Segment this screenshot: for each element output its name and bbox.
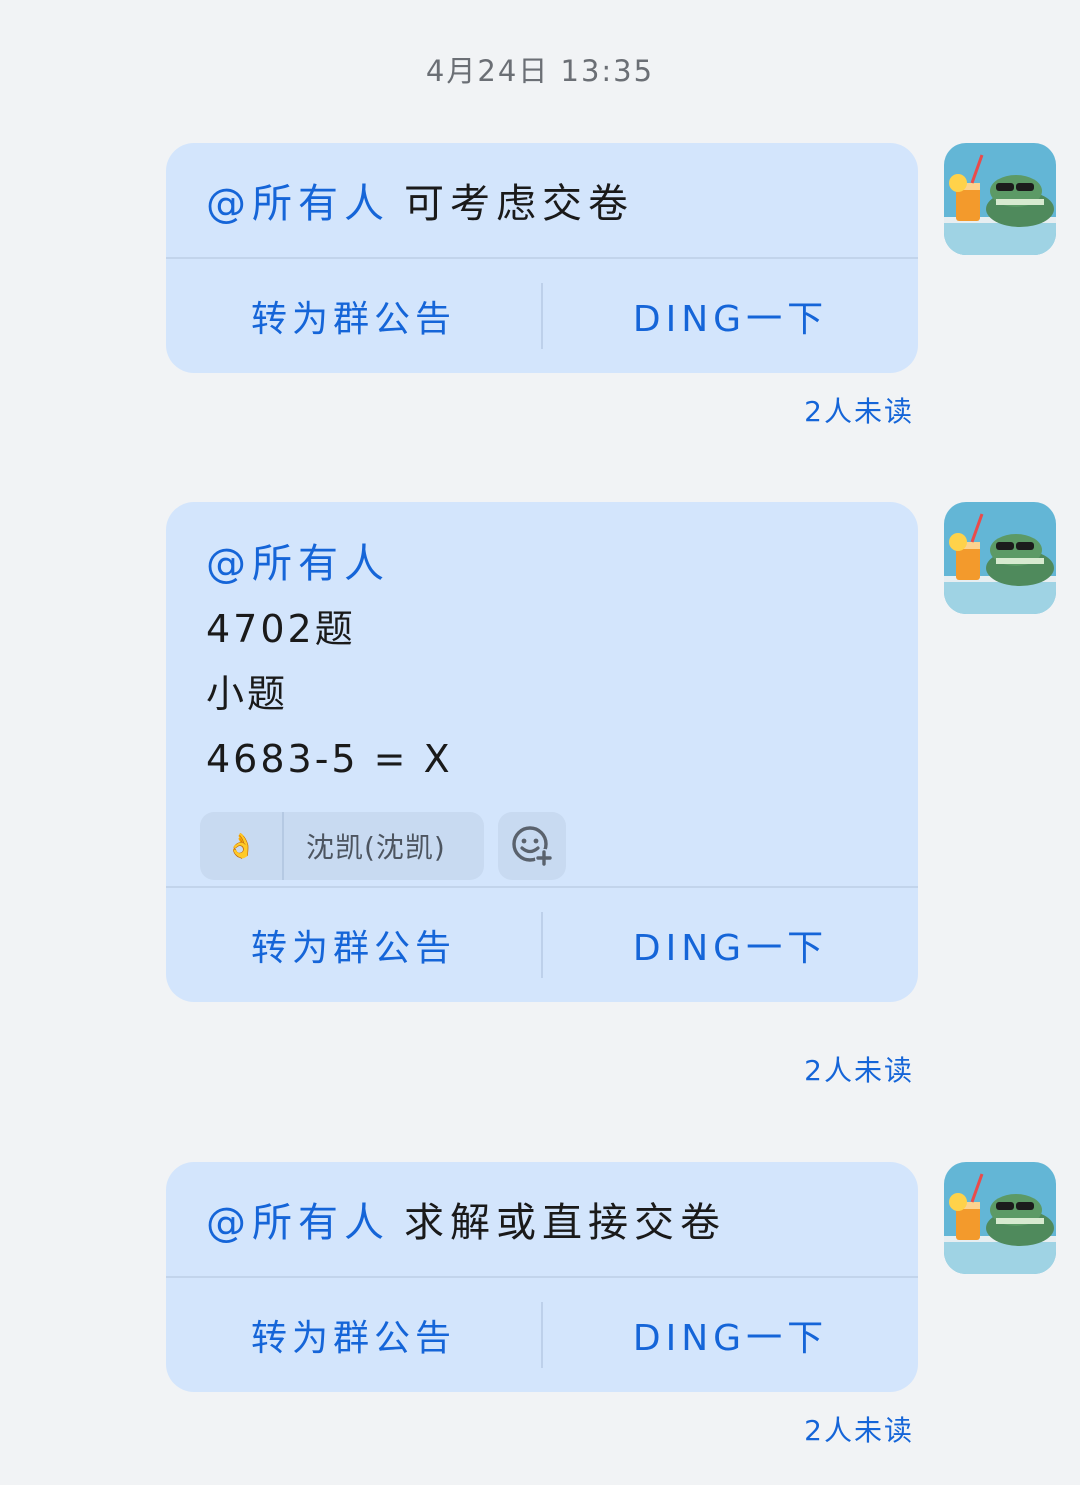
mention-all[interactable]: @所有人 [206, 1190, 390, 1248]
ding-button[interactable]: DING一下 [543, 1309, 918, 1361]
message-bubble[interactable]: @所有人 求解或直接交卷 转为群公告 DING一下 [166, 1162, 918, 1392]
message-content: 求解或直接交卷 [404, 1200, 726, 1246]
convert-to-announcement-button[interactable]: 转为群公告 [166, 1309, 541, 1361]
reactor-name: 沈凯(沈凯) [306, 831, 446, 864]
message-text: @所有人 求解或直接交卷 [166, 1162, 918, 1276]
message-line: 小题 [206, 672, 289, 716]
message-content: 可考虑交卷 [404, 181, 634, 227]
unread-count[interactable]: 2人未读 [804, 1049, 914, 1089]
reaction-chip[interactable]: 👌 沈凯(沈凯) [200, 812, 484, 880]
ok-hand-icon: 👌 [200, 812, 284, 880]
unread-count[interactable]: 2人未读 [804, 1409, 914, 1449]
ding-button[interactable]: DING一下 [543, 919, 918, 971]
message-text: @所有人 可考虑交卷 [166, 143, 918, 257]
message-text: @所有人 4702题 小题 4683-5 = X 👌 沈凯(沈凯) [166, 502, 918, 886]
convert-to-announcement-button[interactable]: 转为群公告 [166, 290, 541, 342]
message-bubble[interactable]: @所有人 可考虑交卷 转为群公告 DING一下 [166, 143, 918, 373]
sender-avatar[interactable] [944, 143, 1056, 255]
mention-all[interactable]: @所有人 [206, 532, 878, 597]
convert-to-announcement-button[interactable]: 转为群公告 [166, 919, 541, 971]
ding-button[interactable]: DING一下 [543, 290, 918, 342]
add-emoji-icon [512, 826, 553, 867]
message-actions: 转为群公告 DING一下 [166, 1276, 918, 1392]
message-actions: 转为群公告 DING一下 [166, 257, 918, 373]
sender-avatar[interactable] [944, 502, 1056, 614]
sender-avatar[interactable] [944, 1162, 1056, 1274]
message-line: 4702题 [206, 607, 356, 651]
message-bubble[interactable]: @所有人 4702题 小题 4683-5 = X 👌 沈凯(沈凯) 转为群公告 … [166, 502, 918, 1002]
unread-count[interactable]: 2人未读 [804, 390, 914, 430]
message-line: 4683-5 = X [206, 737, 453, 781]
add-emoji-button[interactable] [498, 812, 566, 880]
reaction-bar: 👌 沈凯(沈凯) [200, 812, 566, 880]
message-actions: 转为群公告 DING一下 [166, 886, 918, 1002]
chat-timestamp: 4月24日 13:35 [425, 54, 655, 88]
mention-all[interactable]: @所有人 [206, 171, 390, 229]
